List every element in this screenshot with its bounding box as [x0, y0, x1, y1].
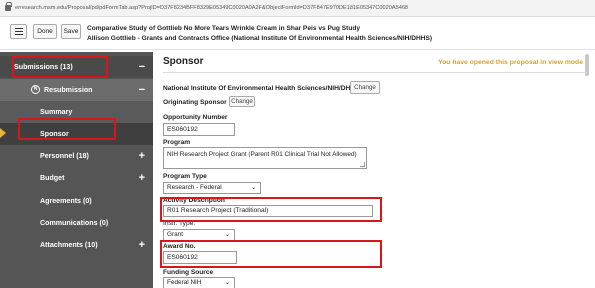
sidebar-item-attachments[interactable]: Attachments (10) + — [0, 234, 153, 256]
program-field[interactable]: NIH Research Project Grant (Parent R01 C… — [163, 147, 367, 169]
sidebar-item-communications[interactable]: Communications (0) — [0, 212, 153, 234]
collapse-icon[interactable]: − — [139, 61, 145, 73]
proposal-title: Comparative Study of Gottlieb No More Te… — [87, 25, 361, 32]
chevron-down-icon: ⌄ — [224, 280, 230, 286]
chevron-down-icon: ⌄ — [250, 185, 256, 191]
expand-icon[interactable]: + — [139, 150, 145, 162]
save-button[interactable]: Save — [61, 24, 81, 39]
sponsor-name: National Institute Of Environmental Heal… — [163, 85, 360, 92]
opportunity-number-label: Opportunity Number — [163, 114, 228, 121]
program-type-select[interactable]: Research - Federal ⌄ — [163, 182, 261, 194]
change-sponsor-button[interactable]: Change — [350, 81, 380, 94]
address-bar[interactable]: erresearch.msm.edu/Proposal/pd/pdFormTab… — [0, 0, 595, 17]
active-item-arrow-icon — [0, 128, 6, 138]
sidebar-item-personnel[interactable]: Personnel (18) + — [0, 145, 153, 167]
resize-handle-icon[interactable] — [360, 162, 365, 167]
funding-source-label: Funding Source — [163, 269, 214, 276]
sidebar-item-label: Communications (0) — [40, 219, 109, 227]
collapse-icon[interactable]: − — [139, 84, 145, 96]
highlight-box — [18, 118, 116, 140]
lock-icon — [5, 2, 12, 11]
opportunity-number-field[interactable]: ES060192 — [163, 123, 235, 136]
page-title: Sponsor — [163, 56, 204, 67]
funding-source-value: Federal NIH — [167, 279, 202, 286]
sidebar-item-label: Personnel (18) — [40, 152, 89, 160]
sidebar-item-budget[interactable]: Budget + — [0, 167, 153, 189]
proposal-subtitle: Allison Gottlieb - Grants and Contracts … — [87, 35, 433, 42]
instr-type-value: Grant — [167, 231, 183, 238]
expand-icon[interactable]: + — [139, 239, 145, 251]
highlight-box — [160, 197, 382, 222]
highlight-box — [12, 56, 108, 78]
sidebar-item-label: Budget — [40, 174, 65, 182]
funding-source-select[interactable]: Federal NIH ⌄ — [163, 277, 235, 288]
divider — [163, 72, 587, 73]
sidebar-item-label: Summary — [40, 108, 73, 116]
proposal-header: Done Save Comparative Study of Gottlieb … — [0, 17, 595, 50]
program-value: NIH Research Project Grant (Parent R01 C… — [167, 151, 357, 158]
chevron-down-icon: ⌄ — [224, 232, 230, 238]
url-text[interactable]: erresearch.msm.edu/Proposal/pd/pdFormTab… — [15, 5, 408, 11]
program-type-value: Research - Federal — [167, 184, 222, 191]
done-button[interactable]: Done — [33, 24, 57, 39]
expand-icon[interactable]: + — [139, 172, 145, 184]
sidebar-item-label: Resubmission — [44, 86, 93, 94]
sidebar: Submissions (13) − N Resubmission − Summ… — [0, 52, 153, 288]
sidebar-item-label: Attachments (10) — [40, 241, 98, 249]
sidebar-item-resubmission[interactable]: N Resubmission − — [0, 79, 153, 101]
program-type-label: Program Type — [163, 173, 207, 180]
sidebar-item-label: Agreements (0) — [40, 197, 92, 205]
originating-sponsor-label: Originating Sponsor — [163, 99, 227, 106]
change-originating-sponsor-button[interactable]: Change — [229, 96, 255, 107]
view-mode-notice: You have opened this proposal in view mo… — [438, 59, 583, 66]
sidebar-item-agreements[interactable]: Agreements (0) — [0, 190, 153, 212]
resubmission-icon: N — [31, 85, 40, 94]
highlight-box — [160, 240, 382, 268]
hamburger-menu-icon[interactable] — [10, 24, 27, 39]
program-label: Program — [163, 139, 191, 146]
